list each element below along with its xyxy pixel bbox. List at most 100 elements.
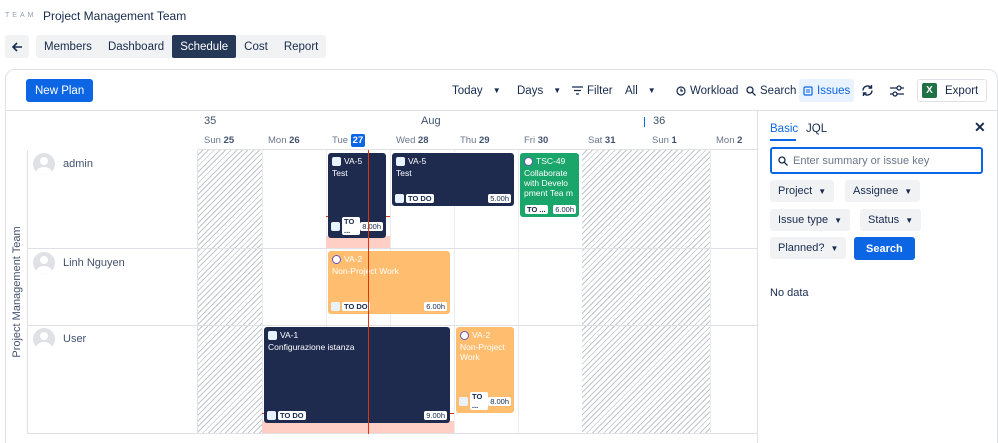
issue-key: TSC-49 xyxy=(536,156,566,166)
filter-value-label: All xyxy=(625,84,638,97)
export-label: Export xyxy=(945,84,979,97)
member-row-user[interactable]: User xyxy=(33,328,86,350)
row-separator xyxy=(28,325,757,326)
day-column xyxy=(262,150,263,434)
task-icon xyxy=(267,411,276,420)
issues-icon xyxy=(803,85,813,96)
tab-schedule[interactable]: Schedule xyxy=(172,35,237,58)
day-label: Sat 31 xyxy=(588,135,616,146)
day-label: Sun 1 xyxy=(652,135,677,146)
day-column xyxy=(710,150,711,434)
issue-summary: Configurazione istanza xyxy=(268,342,355,352)
member-name: admin xyxy=(63,158,93,170)
issue-key: VA-5 xyxy=(408,156,427,166)
empty-state: No data xyxy=(770,287,809,299)
issues-label: Issues xyxy=(817,84,851,97)
search-button[interactable]: Search xyxy=(854,237,915,260)
issue-search-field[interactable] xyxy=(770,147,983,174)
month-label: Aug xyxy=(421,115,441,127)
tab-dashboard[interactable]: Dashboard xyxy=(100,35,172,58)
status-badge: TO ... xyxy=(342,217,361,235)
weekend-shading xyxy=(582,150,710,434)
task-icon xyxy=(459,396,468,406)
date-header: 35 Aug 36 Sun 25 Mon 26 Tue 27 Wed 28 Th… xyxy=(198,111,757,150)
issue-summary: Non-Project Work xyxy=(332,266,399,276)
member-name: User xyxy=(63,333,87,345)
chevron-down-icon: ▼ xyxy=(553,86,562,95)
view-dropdown[interactable]: Days ▼ xyxy=(513,79,565,102)
issues-button[interactable]: Issues xyxy=(799,79,855,102)
day-label: Sun 25 xyxy=(204,135,235,146)
chevron-down-icon: ▼ xyxy=(834,215,843,225)
refresh-button[interactable] xyxy=(857,79,878,102)
workload-label: Workload xyxy=(690,84,739,97)
export-button[interactable]: X Export xyxy=(917,79,988,102)
search-icon xyxy=(746,85,756,96)
issue-search-input[interactable] xyxy=(793,154,973,167)
day-label: Thu 29 xyxy=(460,135,490,146)
issue-key: VA-5 xyxy=(344,156,363,166)
filter-value-dropdown[interactable]: All ▼ xyxy=(621,79,660,102)
today-dropdown[interactable]: Today ▼ xyxy=(448,79,505,102)
project-filter[interactable]: Project ▼ xyxy=(770,180,835,202)
issue-summary: Test xyxy=(332,168,348,178)
settings-sliders-button[interactable] xyxy=(886,79,908,102)
issue-card[interactable]: VA-5 Test TO ... 8.00h xyxy=(328,153,386,238)
issue-summary: Collaborate with Develo pment Tea m xyxy=(524,168,573,198)
filter-icon xyxy=(572,86,583,95)
member-name: Linh Nguyen xyxy=(63,257,125,269)
tab-jql[interactable]: JQL xyxy=(806,123,827,135)
clock-icon xyxy=(676,85,686,96)
planned-filter[interactable]: Planned? ▼ xyxy=(770,237,847,259)
member-row-linh-nguyen[interactable]: Linh Nguyen xyxy=(33,252,125,274)
excel-icon: X xyxy=(922,83,937,98)
tab-report[interactable]: Report xyxy=(276,35,327,58)
chevron-down-icon: ▼ xyxy=(492,86,501,95)
team-logo: TEAM xyxy=(5,12,37,19)
issue-summary: Non-Project Work xyxy=(460,342,505,362)
new-plan-button[interactable]: New Plan xyxy=(26,79,94,102)
task-icon xyxy=(331,302,340,311)
page-title: Project Management Team xyxy=(43,9,187,23)
tab-members[interactable]: Members xyxy=(36,35,100,58)
search-toolbar-button[interactable]: Search xyxy=(742,79,800,102)
avatar xyxy=(33,328,55,350)
task-icon xyxy=(268,330,277,340)
status-filter[interactable]: Status ▼ xyxy=(860,209,922,231)
avatar xyxy=(33,153,55,175)
issue-type-filter[interactable]: Issue type ▼ xyxy=(770,209,851,231)
status-badge: TO DO xyxy=(406,194,434,203)
issue-key: VA-2 xyxy=(344,254,363,264)
assignee-filter[interactable]: Assignee ▼ xyxy=(845,180,921,202)
day-label-today: Tue 27 xyxy=(332,134,366,147)
day-label: Wed 28 xyxy=(396,135,429,146)
status-badge: TO ... xyxy=(470,392,489,410)
status-badge: TO DO xyxy=(278,411,306,420)
hours-badge: 8.00h xyxy=(488,396,511,406)
member-row-admin[interactable]: admin xyxy=(33,153,93,175)
issue-card[interactable]: VA-5 Test TO DO 5.00h xyxy=(392,153,514,206)
issue-card[interactable]: VA-2 Non-Project Work TO ... 8.00h xyxy=(456,327,514,413)
back-button[interactable] xyxy=(5,35,29,58)
member-column: Project Management Team xyxy=(6,150,198,434)
hours-badge: 6.00h xyxy=(553,205,576,214)
schedule-grid: 35 Aug 36 Sun 25 Mon 26 Tue 27 Wed 28 Th… xyxy=(6,110,757,443)
issue-card[interactable]: TSC-49 Collaborate with Develo pment Tea… xyxy=(520,153,579,217)
filter-button[interactable]: Filter xyxy=(568,79,617,102)
tab-cost[interactable]: Cost xyxy=(236,35,276,58)
tab-basic[interactable]: Basic xyxy=(770,123,798,135)
day-label: Mon 26 xyxy=(268,135,300,146)
task-icon xyxy=(332,156,341,166)
issue-card[interactable]: VA-2 Non-Project Work TO DO 6.00h xyxy=(328,251,450,314)
close-icon[interactable]: ✕ xyxy=(974,119,986,136)
issues-panel: Basic JQL ✕ Project▼ Assignee▼ Issue typ… xyxy=(757,110,997,443)
chevron-down-icon: ▼ xyxy=(830,243,839,253)
issue-card[interactable]: VA-1 Configurazione istanza TO DO 9.00h xyxy=(264,327,450,423)
search-icon xyxy=(778,155,788,166)
status-badge: TO ... xyxy=(525,205,548,214)
workload-button[interactable]: Workload xyxy=(672,79,742,102)
task-icon xyxy=(331,221,340,231)
view-label: Days xyxy=(517,84,544,97)
refresh-icon xyxy=(862,85,873,96)
row-separator xyxy=(28,248,757,249)
